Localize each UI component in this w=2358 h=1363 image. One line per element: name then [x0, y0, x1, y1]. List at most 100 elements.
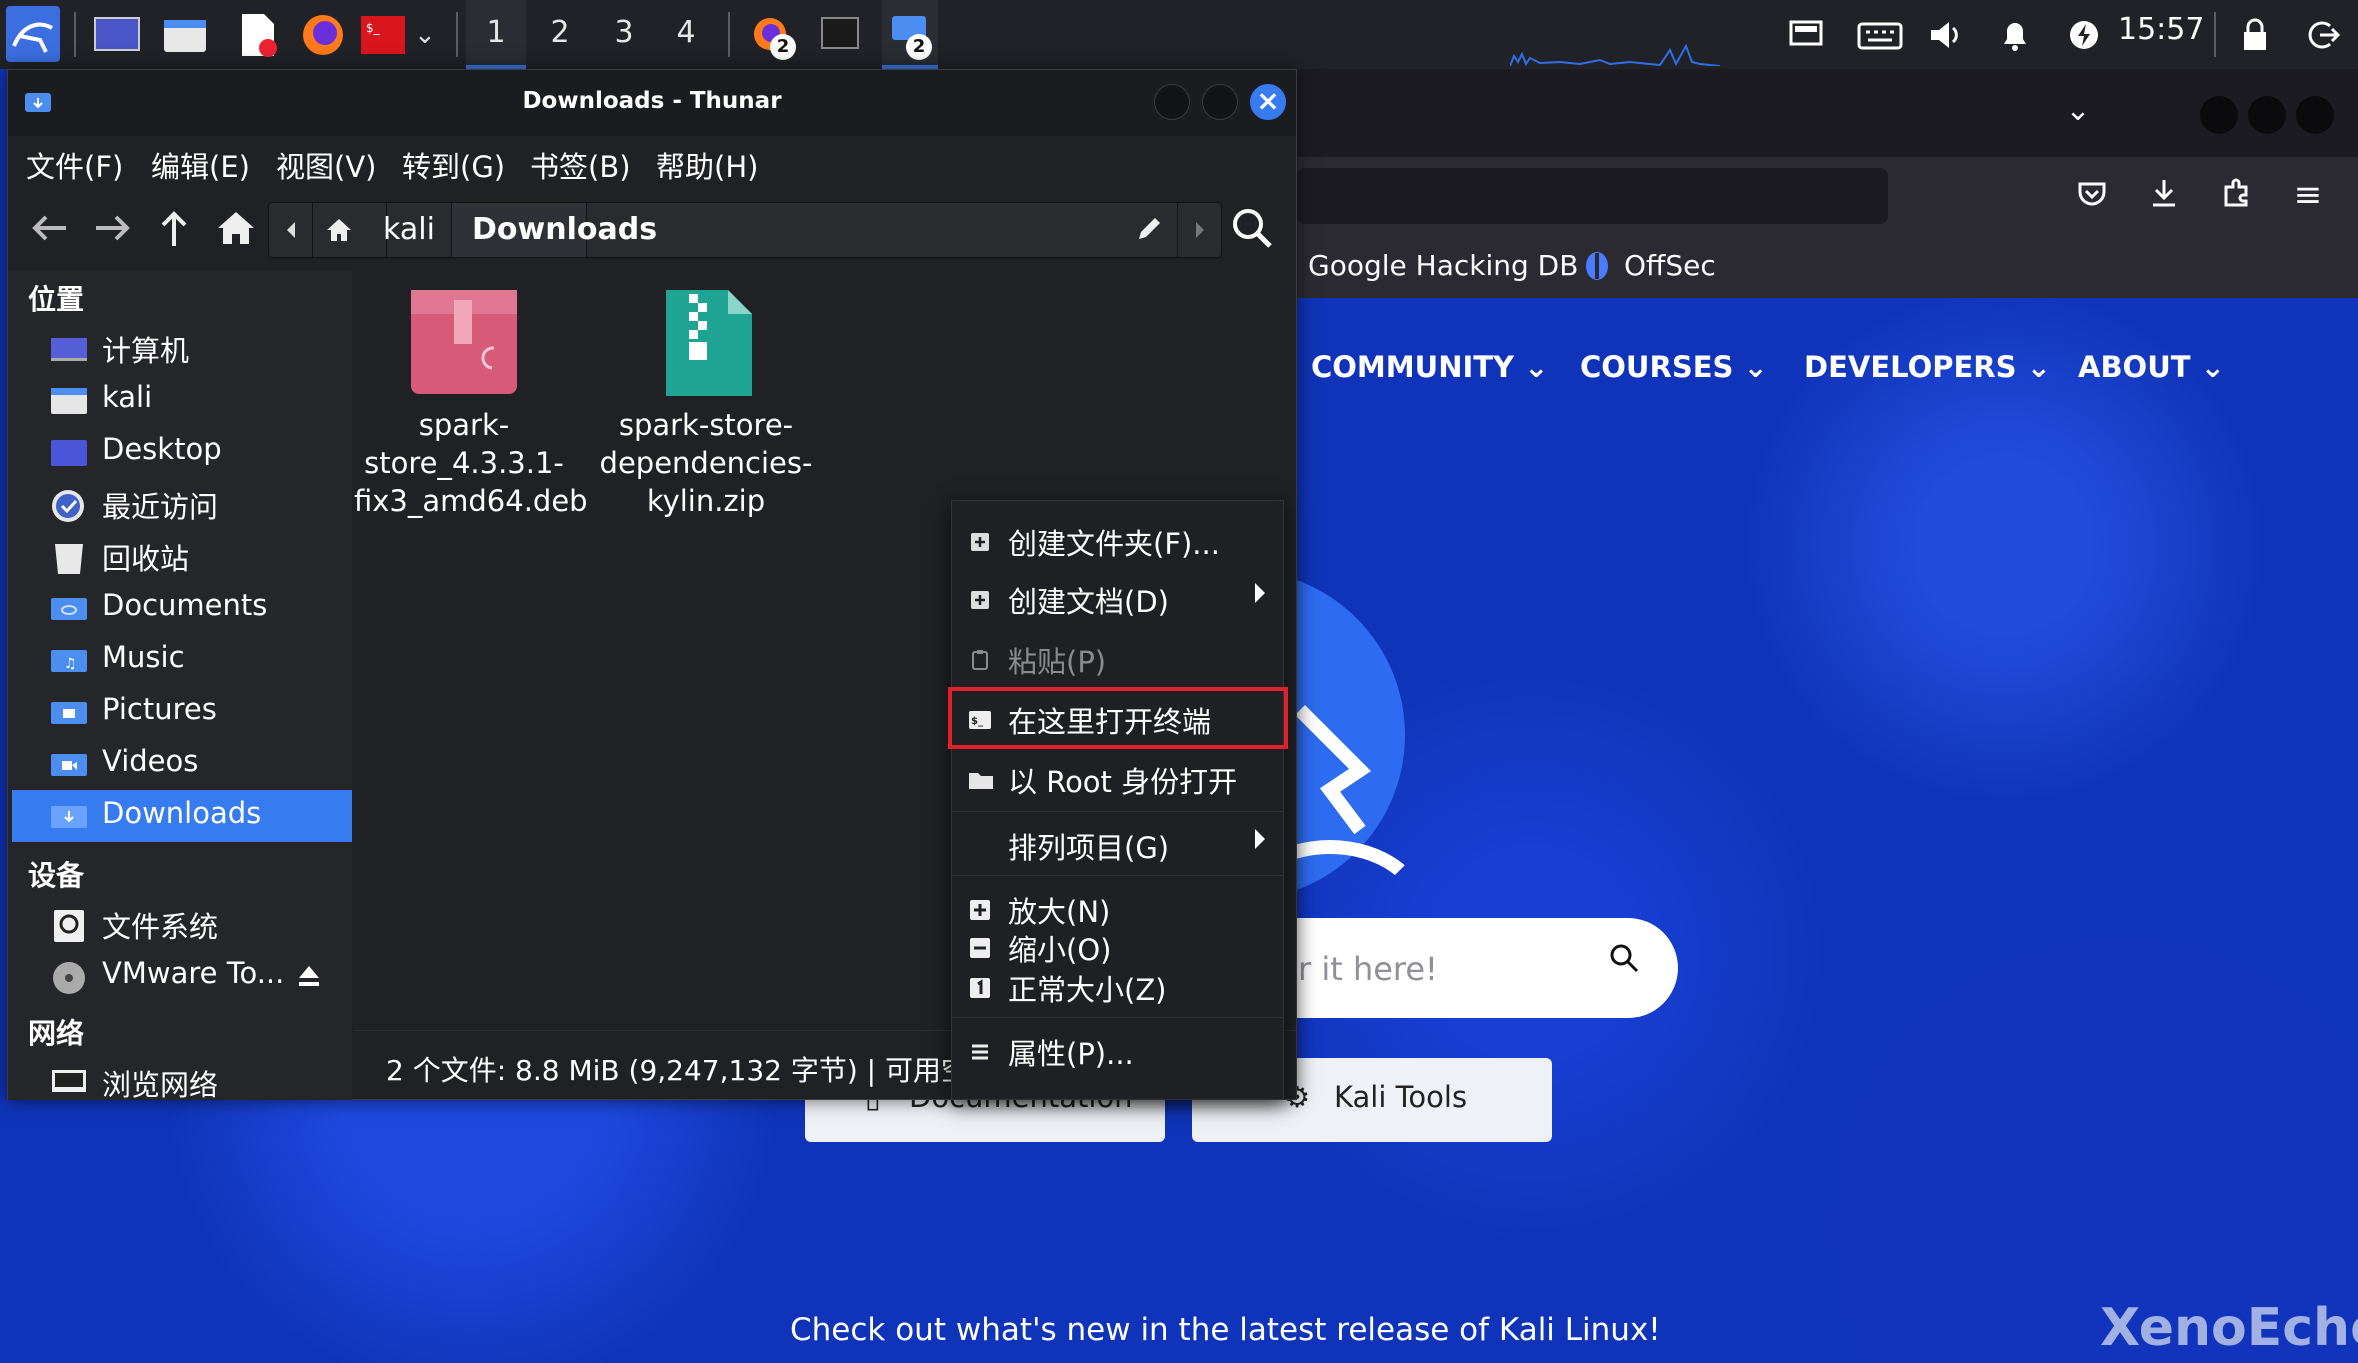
path-scroll-right-icon[interactable] — [1177, 203, 1221, 257]
up-arrow-icon[interactable] — [150, 204, 198, 252]
firefox-url-bar[interactable] — [1296, 168, 1888, 224]
sidebar-item-music[interactable]: ♫ Music — [12, 634, 352, 686]
release-tagline[interactable]: Check out what's new in the latest relea… — [790, 1312, 1661, 1348]
sidebar-item-label: 文件系统 — [102, 910, 219, 944]
network-header: 网络 — [28, 1017, 85, 1050]
menu-item-open-as-root[interactable]: 以 Root 身份打开 — [956, 749, 1279, 805]
terminal-launcher-icon[interactable]: $_ — [358, 10, 408, 60]
menu-item-label: 属性(P)... — [1008, 1037, 1134, 1071]
workspace-1[interactable]: 1 — [466, 0, 526, 69]
keyboard-icon[interactable] — [1856, 14, 1904, 56]
sidebar-item-browse-network[interactable]: 浏览网络 — [12, 1056, 352, 1100]
display-icon[interactable] — [1785, 14, 1827, 56]
bookmark-offsec[interactable]: OffSec — [1624, 249, 1716, 282]
window-titlebar[interactable]: Downloads - Thunar × — [8, 70, 1296, 136]
home-folder-icon — [50, 384, 88, 416]
logout-icon[interactable] — [2302, 14, 2344, 56]
downloads-icon[interactable] — [2142, 175, 2186, 220]
sidebar-item-kali[interactable]: kali — [12, 374, 352, 426]
workspace-3[interactable]: 3 — [594, 0, 654, 69]
list-tabs-chevron-icon[interactable]: ⌄ — [2056, 91, 2100, 131]
notifications-bell-icon[interactable] — [1994, 14, 2036, 56]
path-crumb-downloads[interactable]: Downloads — [451, 203, 657, 257]
bookmark-google-hacking-db[interactable]: Google Hacking DB — [1308, 249, 1578, 282]
sidebar: 位置 计算机 kali Desktop 最近访问 回收站 Documents ♫… — [8, 270, 352, 1100]
maximize-button[interactable] — [1202, 84, 1238, 120]
eject-icon[interactable] — [296, 962, 322, 996]
menu-view[interactable]: 视图(V) — [276, 144, 376, 186]
search-icon[interactable] — [1608, 942, 1640, 983]
firefox-minimize-button[interactable] — [2200, 96, 2238, 134]
task-firefox-icon[interactable]: 2 — [746, 10, 796, 60]
sidebar-item-filesystem[interactable]: 文件系统 — [12, 898, 352, 950]
menu-item-create-folder[interactable]: 创建文件夹(F)... — [956, 511, 1279, 567]
minimize-button[interactable] — [1154, 84, 1190, 120]
menu-go[interactable]: 转到(G) — [402, 144, 505, 186]
menu-item-properties[interactable]: 属性(P)... — [956, 1021, 1279, 1077]
file-item-deb[interactable]: spark- store_4.3.3.1- fix3_amd64.deb — [354, 288, 588, 520]
sidebar-item-computer[interactable]: 计算机 — [12, 322, 352, 374]
menu-edit[interactable]: 编辑(E) — [151, 144, 250, 186]
sidebar-item-pictures[interactable]: Pictures — [12, 686, 352, 738]
pocket-icon[interactable] — [2070, 175, 2114, 220]
app-menu-icon[interactable]: ≡ — [2286, 175, 2330, 215]
firefox-icon[interactable] — [298, 10, 348, 60]
sidebar-item-desktop[interactable]: Desktop — [12, 426, 352, 478]
firefox-tab-bar: ⌄ — [1296, 69, 2358, 157]
menu-item-arrange-items[interactable]: 排列项目(G) — [956, 815, 1279, 871]
kali-menu-icon[interactable] — [6, 6, 60, 62]
sidebar-item-recent[interactable]: 最近访问 — [12, 478, 352, 530]
zoom-original-icon — [968, 973, 992, 998]
menu-file[interactable]: 文件(F) — [26, 144, 123, 186]
sidebar-item-vmware-tools[interactable]: VMware To... — [12, 950, 352, 1002]
nav-about[interactable]: ABOUT ⌄ — [2078, 350, 2225, 384]
firefox-close-button[interactable] — [2296, 96, 2334, 134]
sidebar-item-documents[interactable]: Documents — [12, 582, 352, 634]
show-desktop-icon[interactable] — [92, 10, 142, 60]
sidebar-item-trash[interactable]: 回收站 — [12, 530, 352, 582]
sidebar-item-label: 最近访问 — [102, 490, 219, 524]
firefox-maximize-button[interactable] — [2248, 96, 2286, 134]
file-item-zip[interactable]: spark-store- dependencies- kylin.zip — [596, 288, 816, 520]
file-manager-icon[interactable] — [160, 10, 210, 60]
text-editor-icon[interactable] — [232, 10, 282, 60]
lock-screen-icon[interactable] — [2234, 14, 2276, 56]
zoom-in-icon — [968, 895, 992, 920]
nav-courses[interactable]: COURSES ⌄ — [1580, 350, 1768, 384]
filesystem-drive-icon — [50, 908, 88, 942]
extensions-icon[interactable] — [2214, 175, 2258, 220]
kali-tools-label: Kali Tools — [1334, 1080, 1468, 1114]
path-scroll-left-icon[interactable] — [269, 203, 313, 257]
menu-item-create-document[interactable]: 创建文档(D) — [956, 569, 1279, 625]
close-button[interactable]: × — [1250, 84, 1286, 120]
menu-bookmarks[interactable]: 书签(B) — [530, 144, 631, 186]
path-crumb-kali[interactable]: kali — [313, 203, 435, 257]
search-icon[interactable] — [1228, 204, 1276, 252]
sidebar-item-videos[interactable]: Videos — [12, 738, 352, 790]
sidebar-item-downloads[interactable]: Downloads — [12, 790, 352, 842]
sidebar-item-label: Music — [102, 640, 185, 674]
location-pathbar: kali Downloads — [268, 202, 1222, 258]
back-arrow-icon[interactable] — [26, 204, 74, 252]
workspace-2[interactable]: 2 — [530, 0, 590, 69]
workspace-4[interactable]: 4 — [656, 0, 716, 69]
sidebar-item-label: VMware To... — [102, 956, 285, 990]
menu-help[interactable]: 帮助(H) — [656, 144, 758, 186]
launcher-chevron-down-icon[interactable]: ⌄ — [414, 10, 444, 60]
edit-location-pencil-icon[interactable] — [1127, 203, 1171, 257]
zoom-out-icon — [968, 933, 992, 958]
context-menu: 创建文件夹(F)... 创建文档(D) 粘贴(P) $_ 在这里打开终端 以 R… — [948, 500, 1288, 1100]
home-icon[interactable] — [212, 204, 260, 252]
nav-community[interactable]: COMMUNITY ⌄ — [1311, 350, 1548, 384]
task-file-manager[interactable]: 2 — [882, 0, 938, 69]
clock[interactable]: 15:57 — [2118, 12, 2204, 47]
volume-icon[interactable] — [1925, 14, 1967, 56]
menu-item-paste[interactable]: 粘贴(P) — [956, 629, 1279, 685]
sidebar-item-label: Downloads — [102, 796, 262, 830]
optical-disc-icon — [50, 960, 88, 994]
menu-item-normal-size[interactable]: 正常大小(Z) — [956, 957, 1279, 1013]
nav-developers[interactable]: DEVELOPERS ⌄ — [1804, 350, 2051, 384]
forward-arrow-icon[interactable] — [88, 204, 136, 252]
task-terminal-icon[interactable] — [816, 10, 866, 60]
power-manager-icon[interactable] — [2063, 14, 2105, 56]
